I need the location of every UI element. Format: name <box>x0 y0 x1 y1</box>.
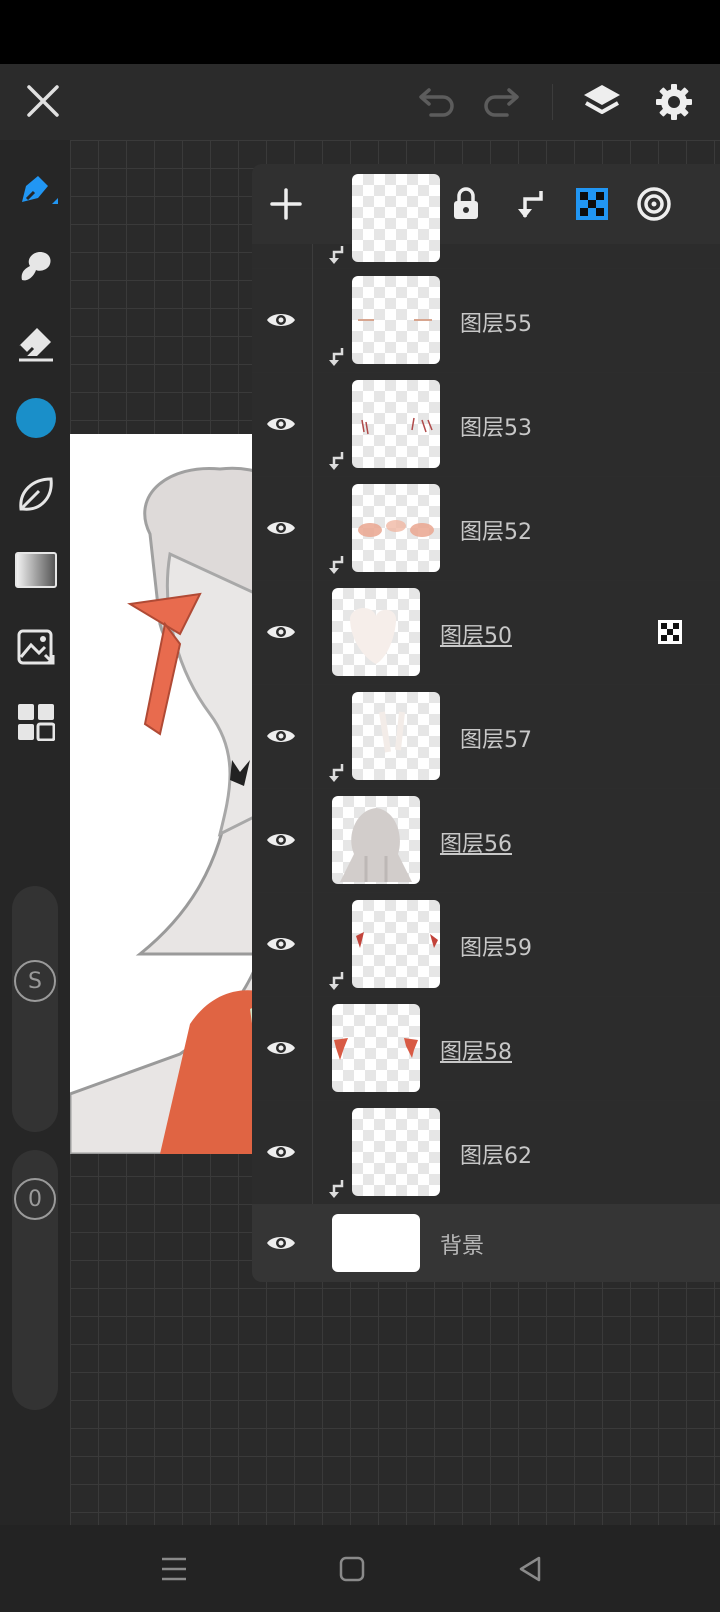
clip-arrow-icon <box>329 348 344 366</box>
layer-row[interactable]: 图层62 <box>252 1100 720 1205</box>
status-bar <box>0 0 720 64</box>
layer-thumbnail <box>332 588 420 676</box>
grid-apps-icon[interactable] <box>10 696 62 748</box>
layer-row[interactable]: 图层52 <box>252 476 720 581</box>
brush-size-slider[interactable] <box>12 886 58 1132</box>
layer-thumbnail <box>332 1214 420 1272</box>
add-layer-icon[interactable] <box>262 180 310 228</box>
layer-name: 图层58 <box>440 1040 512 1065</box>
opacity-badge: 0 <box>12 1176 58 1222</box>
visibility-eye-icon[interactable] <box>252 268 310 372</box>
layer-thumbnail <box>352 484 440 572</box>
layer-name: 图层62 <box>460 1144 532 1169</box>
layer-row[interactable]: 图层57 <box>252 684 720 789</box>
size-badge: S <box>12 958 58 1004</box>
top-toolbar <box>0 64 720 158</box>
layer-row[interactable]: 图层50 <box>252 580 720 685</box>
visibility-eye-icon[interactable] <box>252 684 310 788</box>
system-nav-bar <box>0 1525 720 1612</box>
layer-row[interactable]: 图层55 <box>252 268 720 373</box>
background-layer-name: 背景 <box>440 1234 485 1259</box>
menu-icon[interactable] <box>150 1545 198 1593</box>
row-divider <box>312 1100 313 1204</box>
layers-icon[interactable] <box>576 76 628 128</box>
leaf-icon[interactable] <box>10 468 62 520</box>
visibility-eye-icon[interactable] <box>252 580 310 684</box>
visibility-eye-icon[interactable] <box>252 476 310 580</box>
row-divider <box>312 476 313 580</box>
visibility-eye-icon[interactable] <box>252 372 310 476</box>
visibility-eye-icon[interactable] <box>252 788 310 892</box>
clip-icon[interactable] <box>506 180 554 228</box>
pen-icon[interactable] <box>10 164 62 216</box>
undo-icon[interactable] <box>412 78 462 124</box>
layer-thumbnail <box>352 692 440 780</box>
visibility-eye-icon[interactable] <box>252 892 310 996</box>
layer-thumbnail <box>352 900 440 988</box>
layer-thumbnail <box>352 1108 440 1196</box>
clip-arrow-icon <box>329 556 344 574</box>
row-divider <box>312 684 313 788</box>
clip-arrow-icon <box>329 452 344 470</box>
layer-name: 图层50 <box>440 624 512 649</box>
row-divider <box>312 268 313 372</box>
lock-icon[interactable] <box>442 180 490 228</box>
redo-icon[interactable] <box>476 78 526 124</box>
visibility-eye-icon[interactable] <box>252 1100 310 1204</box>
layer-name: 图层52 <box>460 520 532 545</box>
layer-row[interactable]: 图层59 <box>252 892 720 997</box>
layers-panel-toolbar <box>252 164 720 244</box>
smudge-icon[interactable] <box>10 240 62 292</box>
layer-row-partial[interactable] <box>252 174 720 269</box>
layer-row-background[interactable]: 背景 <box>252 1204 720 1282</box>
row-divider <box>312 892 313 996</box>
visibility-eye-icon[interactable] <box>252 996 310 1100</box>
row-divider <box>312 996 313 1100</box>
close-icon[interactable] <box>18 76 68 126</box>
layer-thumbnail <box>352 276 440 364</box>
layer-row[interactable]: 图层53 <box>252 372 720 477</box>
clip-arrow-icon <box>329 764 344 782</box>
clip-arrow-icon <box>329 1180 344 1198</box>
image-import-icon[interactable] <box>10 620 62 672</box>
home-icon[interactable] <box>328 1545 376 1593</box>
row-divider <box>312 788 313 892</box>
alpha-lock-indicator-icon <box>658 620 682 644</box>
row-divider <box>312 372 313 476</box>
layer-thumbnail <box>352 174 440 262</box>
layer-row[interactable]: 图层56 <box>252 788 720 893</box>
left-tool-bar: S 0 <box>0 140 70 1525</box>
alpha-lock-icon[interactable] <box>568 180 616 228</box>
settings-icon[interactable] <box>648 76 700 128</box>
layer-name: 图层56 <box>440 832 512 857</box>
layer-name: 图层53 <box>460 416 532 441</box>
eraser-icon[interactable] <box>10 316 62 368</box>
layer-name: 图层59 <box>460 936 532 961</box>
back-icon[interactable] <box>506 1545 554 1593</box>
clip-arrow-icon <box>329 972 344 990</box>
toolbar-divider <box>552 84 553 120</box>
layer-name: 图层55 <box>460 312 532 337</box>
layer-name: 图层57 <box>460 728 532 753</box>
visibility-eye-icon[interactable] <box>252 1204 310 1282</box>
layers-panel: 图层55 图层53 图层52 图层50 图层57 图层56 图层59 图层58 图层62 背景 <box>252 164 720 1282</box>
color-swatch[interactable] <box>10 392 62 444</box>
blend-icon[interactable] <box>630 180 678 228</box>
gradient-icon[interactable] <box>10 544 62 596</box>
layer-thumbnail <box>332 1004 420 1092</box>
layer-row[interactable]: 图层58 <box>252 996 720 1101</box>
layer-thumbnail <box>352 380 440 468</box>
row-divider <box>312 580 313 684</box>
layer-thumbnail <box>332 796 420 884</box>
